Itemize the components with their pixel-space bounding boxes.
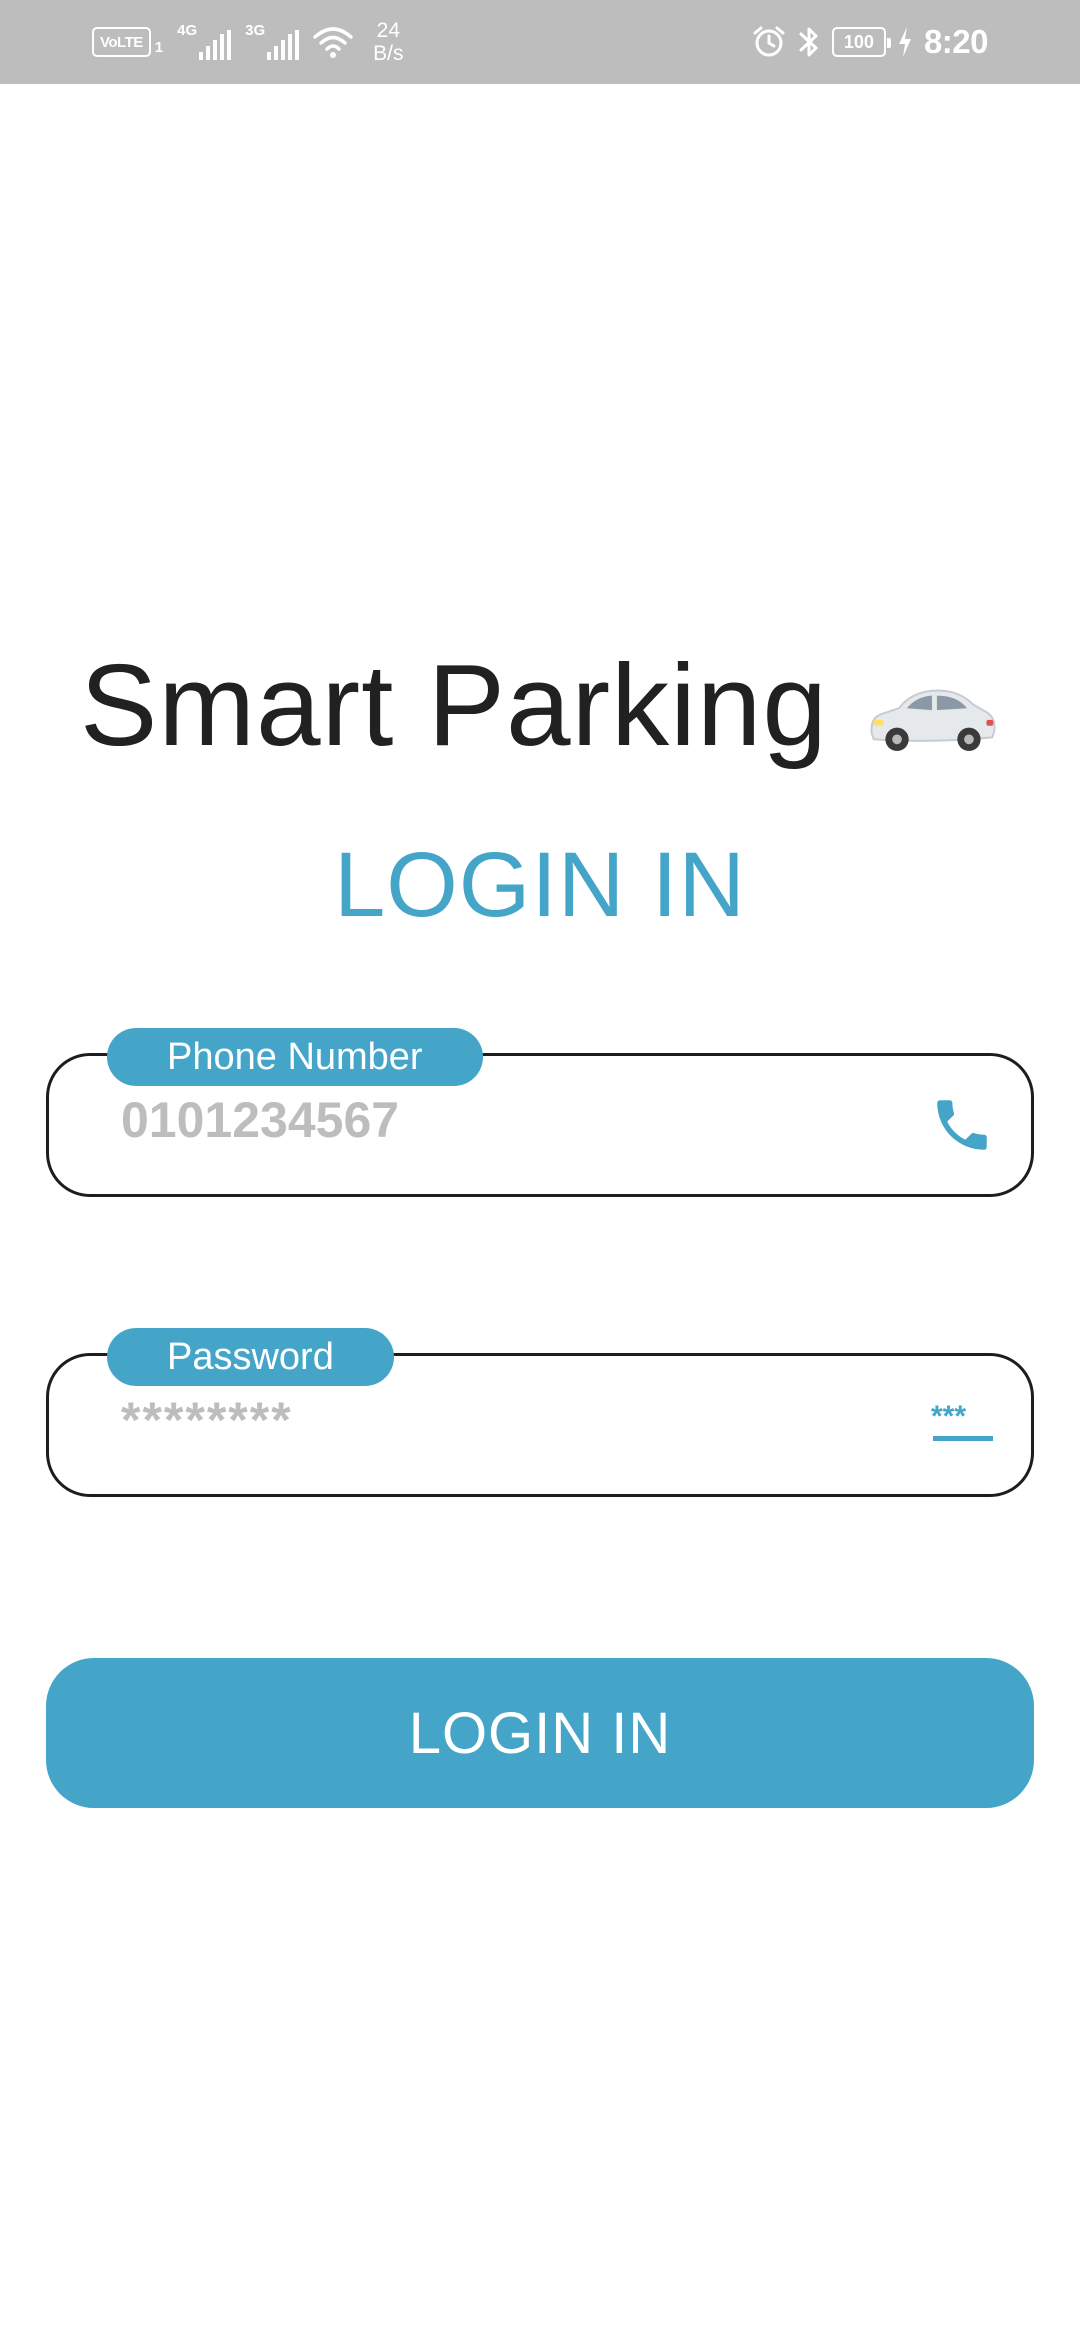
- login-heading: LOGIN IN: [334, 834, 746, 936]
- status-time: 8:20: [923, 23, 989, 60]
- phone-field[interactable]: Phone Number: [46, 1028, 1034, 1197]
- phone-field-label: Phone Number: [107, 1028, 483, 1086]
- alarm-icon: [753, 26, 785, 57]
- car-icon: [870, 689, 996, 751]
- battery-icon: 100: [831, 27, 891, 57]
- network-speed-unit: B/s: [373, 42, 404, 65]
- app-title: Smart Parking: [80, 640, 828, 770]
- wifi-icon: [313, 27, 353, 58]
- login-screen: VoLTE 1 4G 3G 24 B/s 100 8:20 Smart Park…: [0, 0, 1080, 2340]
- signal-group-1: 4G: [177, 22, 232, 60]
- signal-bars-icon: [267, 30, 300, 60]
- password-icon: ***: [931, 1400, 993, 1441]
- signal-group-2: 3G: [245, 22, 300, 60]
- sim-slot: 1: [154, 38, 164, 56]
- phone-input[interactable]: [121, 1090, 881, 1150]
- volte-badge: VoLTE: [92, 27, 151, 57]
- network-type-2: 3G: [245, 22, 266, 39]
- app-title-row: Smart Parking: [80, 640, 1000, 770]
- svg-text:***: ***: [931, 1400, 966, 1433]
- network-speed: 24 B/s: [373, 19, 403, 65]
- bluetooth-icon: [799, 27, 818, 57]
- status-bar: VoLTE 1 4G 3G 24 B/s 100 8:20: [0, 0, 1080, 84]
- network-type-1: 4G: [177, 22, 198, 39]
- signal-bars-icon: [199, 30, 232, 60]
- charging-icon: [898, 27, 911, 57]
- status-bar-right: 100 8:20: [752, 18, 989, 66]
- login-button[interactable]: LOGIN IN: [46, 1658, 1034, 1808]
- phone-icon: [937, 1100, 987, 1150]
- network-speed-value: 24: [376, 19, 400, 42]
- password-field-label: Password: [107, 1328, 394, 1386]
- password-input[interactable]: [121, 1390, 881, 1450]
- password-field[interactable]: Password ***: [46, 1328, 1034, 1497]
- status-bar-left: VoLTE 1 4G 3G 24 B/s: [92, 18, 404, 66]
